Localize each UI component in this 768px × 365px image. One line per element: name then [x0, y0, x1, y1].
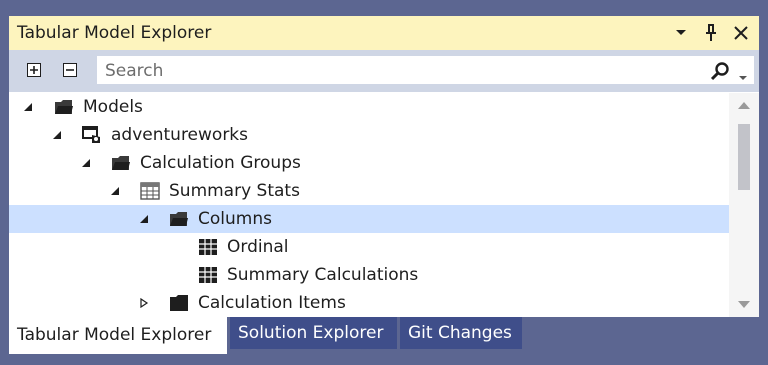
- tree-item-columns[interactable]: Columns: [9, 205, 729, 233]
- tree-item-label: Calculation Items: [198, 293, 346, 313]
- folder-icon: [170, 295, 188, 311]
- tab-tabular-model-explorer[interactable]: Tabular Model Explorer: [9, 317, 227, 354]
- model-tree: Models adventureworks Calculation Groups…: [9, 93, 729, 317]
- tool-window: Tabular Model Explorer Search Models adv…: [9, 16, 759, 354]
- tree-item-label: Summary Stats: [169, 181, 300, 201]
- tree-item-calculation-groups[interactable]: Calculation Groups: [9, 149, 729, 177]
- tree-item-label: Ordinal: [227, 237, 289, 257]
- tree-item-label: Calculation Groups: [140, 153, 301, 173]
- vertical-scrollbar[interactable]: [729, 93, 759, 317]
- collapsed-arrow-icon[interactable]: [139, 298, 149, 308]
- search-icon[interactable]: [710, 61, 730, 81]
- tree-item-label: adventureworks: [111, 125, 249, 145]
- tree-item-summary-calculations[interactable]: Summary Calculations: [9, 261, 729, 289]
- expand-all-icon[interactable]: [25, 61, 43, 79]
- tab-strip: Tabular Model Explorer Solution Explorer…: [9, 317, 759, 354]
- table-icon: [140, 182, 160, 200]
- model-icon: [82, 126, 100, 143]
- collapse-all-icon[interactable]: [61, 61, 79, 79]
- tree-item-ordinal[interactable]: Ordinal: [9, 233, 729, 261]
- tree-item-calculation-items[interactable]: Calculation Items: [9, 289, 729, 317]
- expanded-arrow-icon[interactable]: [81, 158, 91, 168]
- expanded-arrow-icon[interactable]: [52, 130, 62, 140]
- scrollbar-thumb[interactable]: [738, 124, 750, 190]
- folder-icon: [112, 156, 130, 170]
- window-frame: Tabular Model Explorer Search Models adv…: [0, 0, 768, 365]
- expanded-arrow-icon[interactable]: [23, 102, 33, 112]
- folder-icon: [55, 100, 73, 114]
- title-bar: Tabular Model Explorer: [9, 16, 759, 50]
- scroll-down-arrow-icon[interactable]: [736, 299, 752, 311]
- toolbar: [9, 50, 759, 92]
- tree-item-summary-stats[interactable]: Summary Stats: [9, 177, 729, 205]
- tree-item-models[interactable]: Models: [9, 93, 729, 121]
- close-icon[interactable]: [731, 23, 751, 43]
- search-box: [96, 55, 755, 85]
- tab-git-changes[interactable]: Git Changes: [400, 317, 522, 349]
- expanded-arrow-icon[interactable]: [139, 214, 149, 224]
- tree-item-label: Summary Calculations: [227, 265, 419, 285]
- search-options-chevron-icon[interactable]: [738, 67, 748, 80]
- tree-item-adventureworks[interactable]: adventureworks: [9, 121, 729, 149]
- column-icon: [199, 267, 217, 283]
- expanded-arrow-icon[interactable]: [110, 186, 120, 196]
- folder-icon: [170, 212, 188, 226]
- column-icon: [199, 239, 217, 255]
- tree-item-label: Columns: [198, 209, 272, 229]
- tab-solution-explorer[interactable]: Solution Explorer: [230, 317, 397, 349]
- dropdown-icon[interactable]: [671, 23, 691, 43]
- pin-icon[interactable]: [701, 23, 721, 43]
- search-input[interactable]: [103, 58, 697, 84]
- window-title: Tabular Model Explorer: [17, 23, 212, 43]
- tree-item-label: Models: [83, 97, 143, 117]
- scroll-up-arrow-icon[interactable]: [736, 99, 752, 111]
